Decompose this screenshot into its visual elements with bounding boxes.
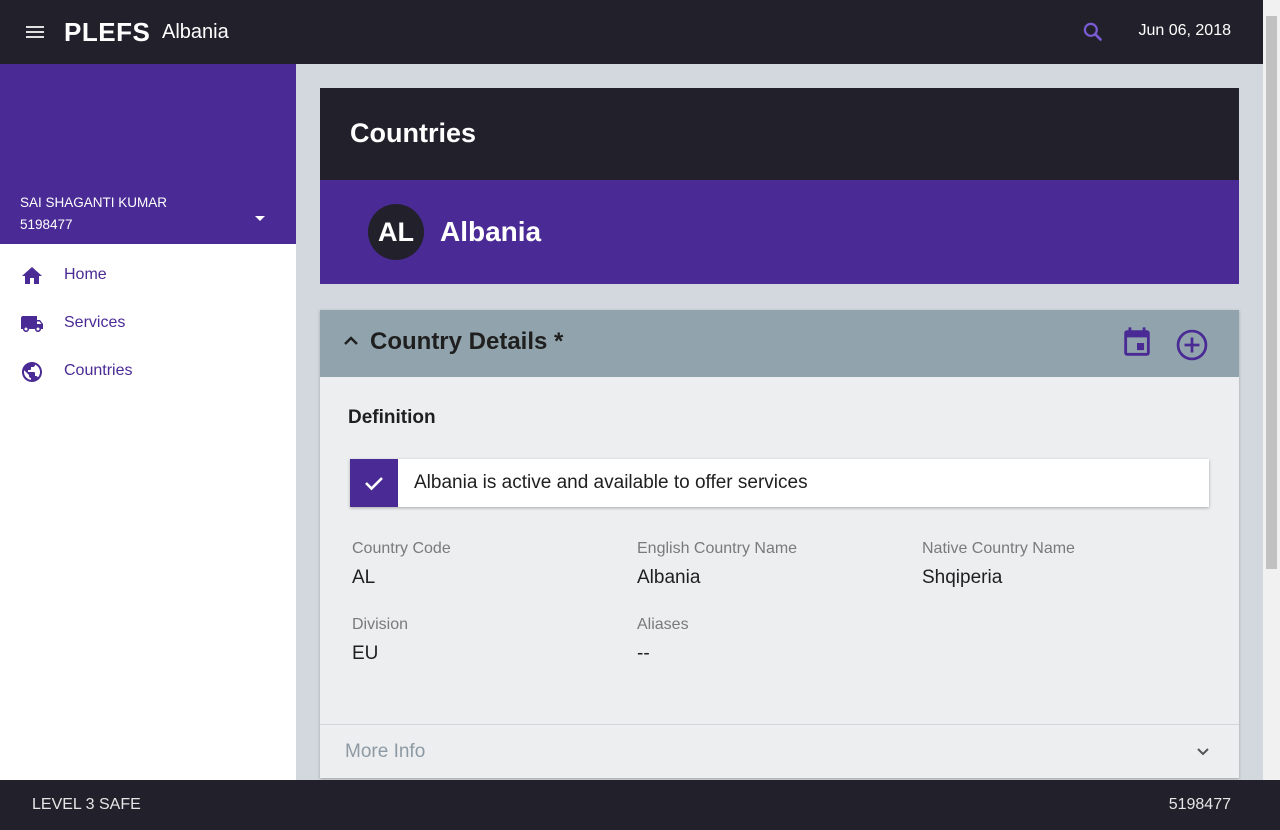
vertical-scrollbar[interactable]	[1263, 0, 1280, 780]
bottom-status-bar: LEVEL 3 SAFE 5198477	[0, 780, 1280, 830]
more-info-expander[interactable]: More Info	[320, 724, 1239, 778]
add-circle-icon[interactable]	[1174, 327, 1210, 363]
field-value-country-code: AL	[352, 567, 376, 588]
app-brand: PLEFS	[64, 17, 151, 47]
chevron-down-icon[interactable]	[1192, 741, 1214, 763]
more-info-label: More Info	[345, 741, 426, 762]
menu-icon[interactable]	[20, 20, 52, 46]
page-title: Countries	[350, 118, 477, 148]
user-name: SAI SHAGANTI KUMAR	[20, 195, 168, 210]
user-account-header: SAI SHAGANTI KUMAR 5198477	[0, 64, 296, 244]
bottom-user-id: 5198477	[1168, 796, 1231, 813]
country-details-header[interactable]: Country Details *	[320, 310, 1239, 377]
field-label-native-name: Native Country Name	[922, 540, 1075, 557]
field-label-country-code: Country Code	[352, 540, 451, 557]
sidebar-item-countries[interactable]: Countries	[0, 348, 296, 396]
sidebar-item-home[interactable]: Home	[0, 252, 296, 300]
section-title: Definition	[348, 407, 436, 428]
sidebar-item-label: Countries	[64, 362, 133, 379]
active-status-row: Albania is active and available to offer…	[350, 459, 1209, 507]
page-header: Countries	[320, 88, 1239, 180]
sidebar-item-label: Services	[64, 314, 126, 331]
country-details-panel: Country Details * Definition Albania is …	[320, 310, 1239, 778]
country-avatar: AL	[368, 204, 424, 260]
chevron-up-icon[interactable]	[340, 330, 362, 352]
sidebar: SAI SHAGANTI KUMAR 5198477 Home Services…	[0, 64, 296, 780]
field-value-division: EU	[352, 643, 379, 664]
sidebar-item-services[interactable]: Services	[0, 300, 296, 348]
calendar-icon[interactable]	[1120, 326, 1154, 360]
sidebar-item-label: Home	[64, 266, 107, 283]
search-icon[interactable]	[1080, 19, 1106, 45]
field-label-division: Division	[352, 616, 409, 633]
user-id: 5198477	[20, 217, 73, 232]
top-app-bar: PLEFS Albania Jun 06, 2018	[0, 0, 1280, 64]
scrollbar-thumb[interactable]	[1266, 16, 1277, 569]
field-value-aliases: --	[637, 643, 650, 664]
active-checkbox[interactable]	[350, 459, 398, 507]
details-title: Country Details *	[370, 328, 564, 355]
caret-down-icon[interactable]	[250, 208, 270, 228]
current-date: Jun 06, 2018	[1138, 22, 1231, 39]
field-value-english-name: Albania	[637, 567, 701, 588]
app-subtitle: Albania	[162, 21, 229, 43]
truck-icon	[20, 312, 44, 336]
field-label-aliases: Aliases	[637, 616, 689, 633]
globe-icon	[20, 360, 44, 384]
security-level: LEVEL 3 SAFE	[32, 796, 141, 813]
country-name: Albania	[440, 216, 542, 247]
field-label-english-name: English Country Name	[637, 540, 798, 557]
home-icon	[20, 264, 44, 288]
country-banner: AL Albania	[320, 180, 1239, 284]
active-status-text: Albania is active and available to offer…	[414, 472, 808, 493]
field-value-native-name: Shqiperia	[922, 567, 1003, 588]
